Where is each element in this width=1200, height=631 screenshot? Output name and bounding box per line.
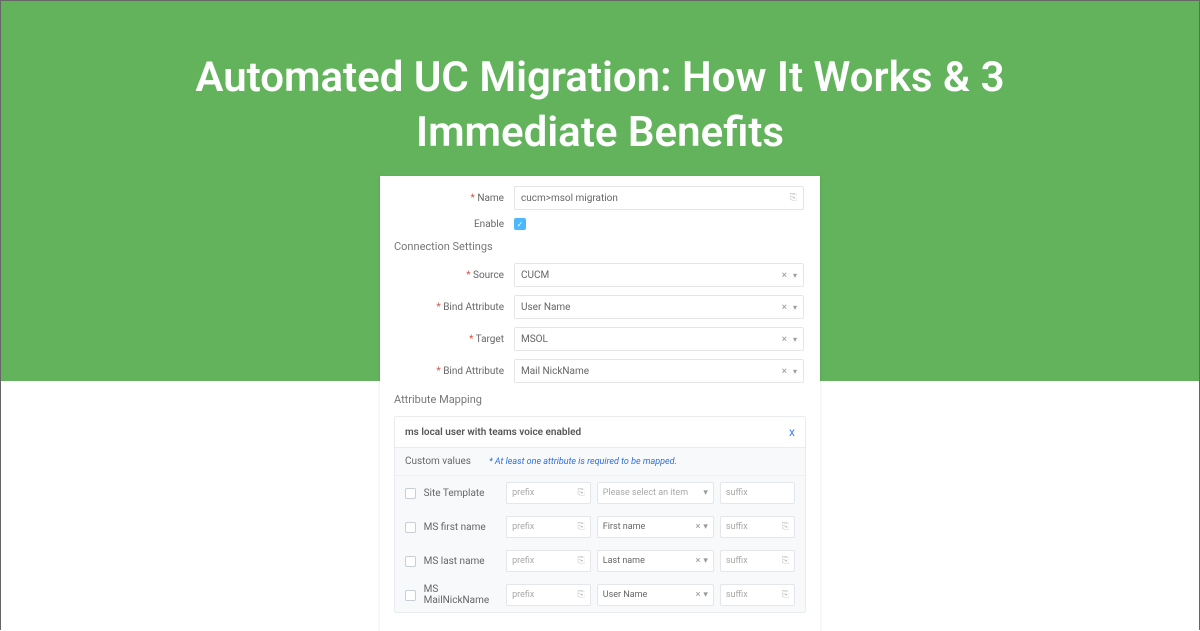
row-checkbox[interactable] [405,522,416,533]
clear-icon[interactable]: × [782,302,787,313]
middle-select[interactable]: Please select an item▾ [597,482,714,504]
enable-label: Enable [394,219,514,230]
row-label: MS last name [422,556,500,567]
copy-icon[interactable]: ⎘ [782,590,789,600]
chevron-down-icon: ▾ [793,303,797,312]
map-row-ms-first-name: MS first name prefix⎘ First name×▾ suffi… [395,510,805,544]
suffix-input[interactable]: suffix⎘ [720,584,795,606]
chevron-down-icon: ▾ [703,556,708,566]
name-input[interactable]: cucm>msol migration ⎘ [514,186,804,210]
clear-icon[interactable]: × [696,522,701,532]
source-label: * Source [394,270,514,281]
chevron-down-icon: ▾ [793,271,797,280]
middle-select[interactable]: User Name×▾ [597,584,714,606]
bind-attr-label: * Bind Attribute [394,302,514,313]
copy-icon[interactable]: ⎘ [578,556,585,566]
map-row-site-template: Site Template prefix⎘ Please select an i… [395,476,805,510]
target-label: * Target [394,334,514,345]
suffix-input[interactable]: suffix [720,482,795,504]
chevron-down-icon: ▾ [703,590,708,600]
copy-icon[interactable]: ⎘ [578,488,585,498]
bind-attr-1-select[interactable]: User Name ×▾ [514,295,804,319]
enable-row: Enable ✓ [394,218,806,230]
copy-icon[interactable]: ⎘ [782,522,789,532]
suffix-input[interactable]: suffix⎘ [720,550,795,572]
bind-attr-label: * Bind Attribute [394,366,514,377]
copy-icon[interactable]: ⎘ [790,193,797,203]
target-select[interactable]: MSOL ×▾ [514,327,804,351]
row-checkbox[interactable] [405,556,416,567]
map-row-ms-last-name: MS last name prefix⎘ Last name×▾ suffix⎘ [395,544,805,578]
target-row: * Target MSOL ×▾ [394,327,806,351]
enable-checkbox[interactable]: ✓ [514,218,526,230]
name-row: * Name cucm>msol migration ⎘ [394,186,806,210]
mapping-box: ms local user with teams voice enabled x… [394,416,806,613]
custom-values-label: Custom values [405,456,471,467]
chevron-down-icon: ▾ [703,522,708,532]
map-row-ms-mailnickname: MS MailNickName prefix⎘ User Name×▾ suff… [395,578,805,612]
chevron-down-icon: ▾ [793,335,797,344]
chevron-down-icon: ▾ [703,488,708,498]
config-panel: * Name cucm>msol migration ⎘ Enable ✓ Co… [380,176,820,631]
row-checkbox[interactable] [405,590,416,601]
row-label: MS MailNickName [422,584,500,606]
connection-settings-title: Connection Settings [394,240,806,253]
suffix-input[interactable]: suffix⎘ [720,516,795,538]
middle-select[interactable]: First name×▾ [597,516,714,538]
page-title: Automated UC Migration: How It Works & 3… [150,51,1050,160]
bind-attr-2-select[interactable]: Mail NickName ×▾ [514,359,804,383]
chevron-down-icon: ▾ [793,367,797,376]
attribute-mapping-title: Attribute Mapping [394,393,806,406]
custom-values-hint: * At least one attribute is required to … [489,457,677,467]
copy-icon[interactable]: ⎘ [578,522,585,532]
clear-icon[interactable]: × [782,334,787,345]
source-row: * Source CUCM ×▾ [394,263,806,287]
copy-icon[interactable]: ⎘ [578,590,585,600]
bind-attr-2-row: * Bind Attribute Mail NickName ×▾ [394,359,806,383]
mapping-header: ms local user with teams voice enabled x [395,417,805,448]
row-checkbox[interactable] [405,488,416,499]
name-label: * Name [394,193,514,204]
prefix-input[interactable]: prefix⎘ [506,550,591,572]
clear-icon[interactable]: × [696,590,701,600]
mapping-header-title: ms local user with teams voice enabled [405,427,581,438]
row-label: MS first name [422,522,500,533]
clear-icon[interactable]: × [782,366,787,377]
prefix-input[interactable]: prefix⎘ [506,516,591,538]
clear-icon[interactable]: × [696,556,701,566]
clear-icon[interactable]: × [782,270,787,281]
prefix-input[interactable]: prefix⎘ [506,482,591,504]
custom-values-note: Custom values * At least one attribute i… [395,448,805,476]
copy-icon[interactable]: ⎘ [782,556,789,566]
prefix-input[interactable]: prefix⎘ [506,584,591,606]
source-select[interactable]: CUCM ×▾ [514,263,804,287]
middle-select[interactable]: Last name×▾ [597,550,714,572]
close-icon[interactable]: x [789,425,795,439]
bind-attr-1-row: * Bind Attribute User Name ×▾ [394,295,806,319]
row-label: Site Template [422,488,500,499]
